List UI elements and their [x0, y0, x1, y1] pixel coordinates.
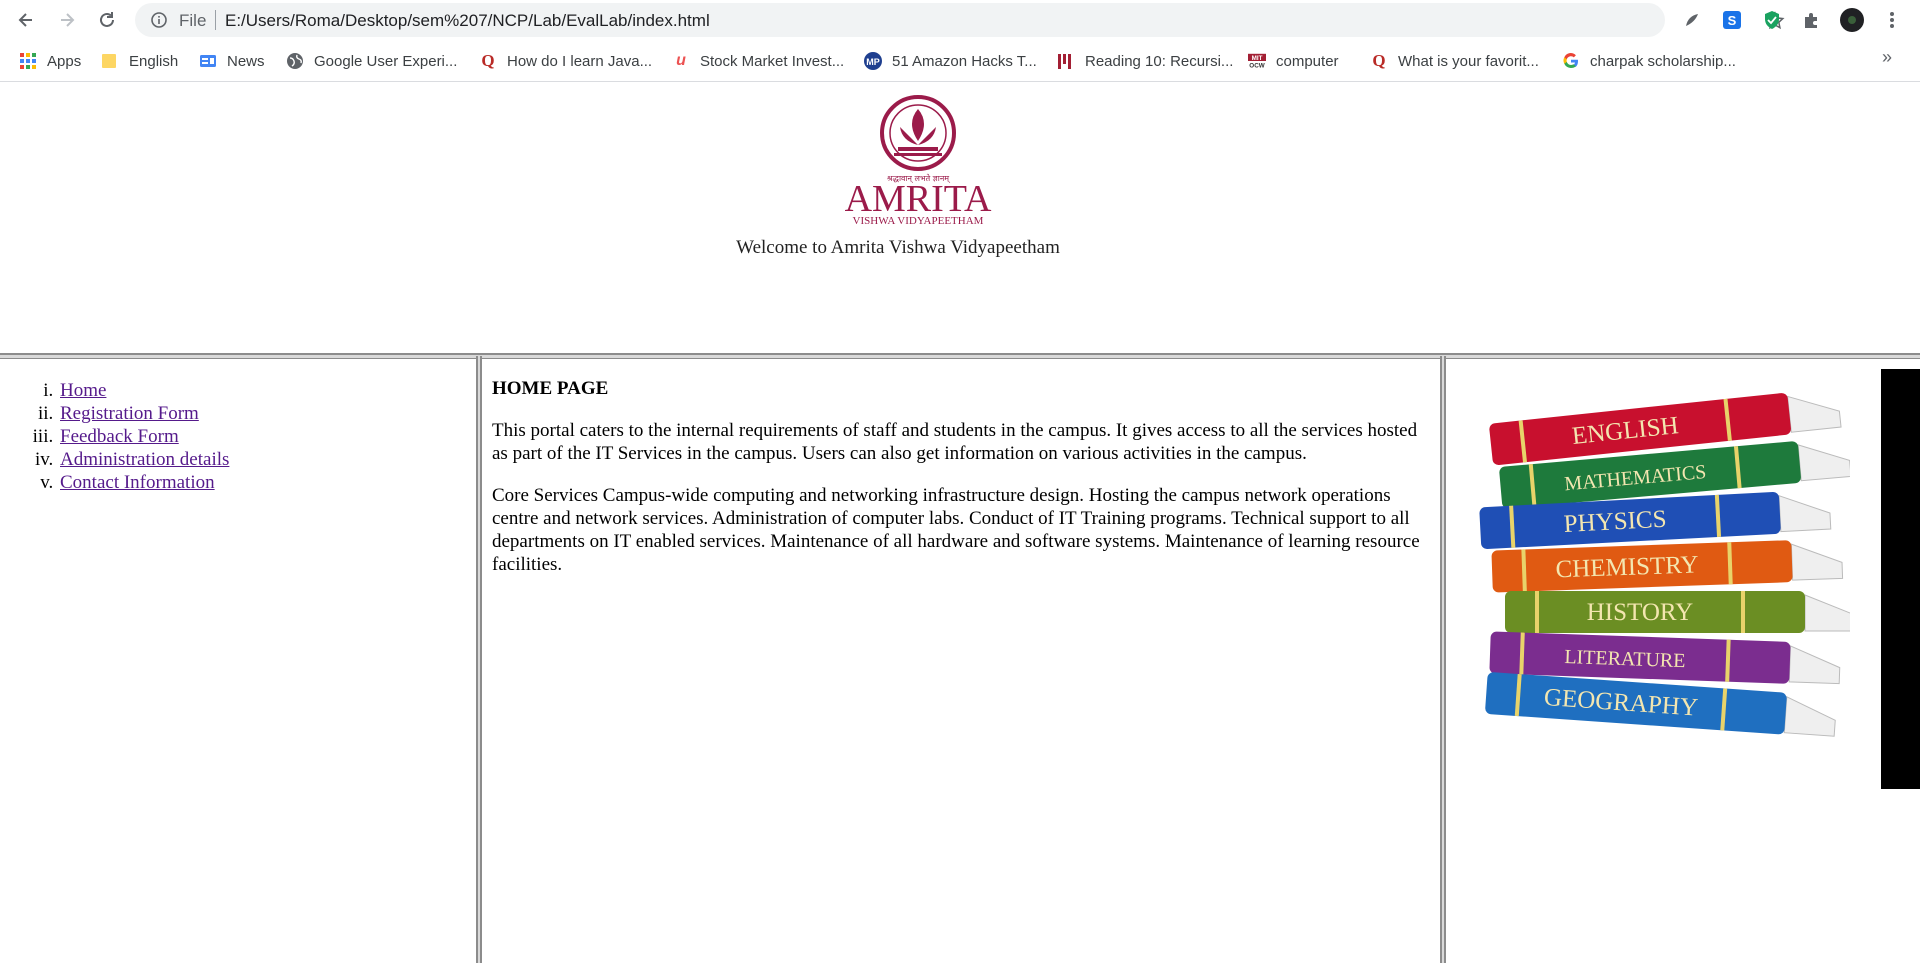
book-title: CHEMISTRY	[1555, 551, 1699, 583]
apps-grid-icon	[19, 52, 37, 70]
intro-paragraph: This portal caters to the internal requi…	[492, 420, 1418, 464]
nav-item-home: Home	[58, 379, 229, 402]
browser-menu-button[interactable]	[1880, 8, 1904, 32]
kebab-menu-icon	[1890, 12, 1894, 28]
svg-text:OCW: OCW	[1249, 62, 1264, 69]
bookmark-label: 51 Amazon Hacks T...	[892, 52, 1037, 70]
mit-reading-icon	[1057, 52, 1075, 70]
bookmark-stock-market[interactable]: u Stock Market Invest...	[672, 49, 844, 73]
svg-text:MP: MP	[866, 57, 880, 67]
folder-icon	[101, 52, 119, 70]
browser-toolbar: File E:/Users/Roma/Desktop/sem%207/NCP/L…	[0, 0, 1920, 40]
bookmark-english[interactable]: English	[101, 49, 178, 73]
contact-information-link[interactable]: Contact Information	[60, 472, 215, 493]
bookmark-computer[interactable]: MIT OCW computer	[1248, 49, 1339, 73]
book-title: HISTORY	[1587, 599, 1694, 626]
extension-s-icon[interactable]: S	[1720, 8, 1744, 32]
nav-item-registration: Registration Form	[58, 402, 229, 425]
bookmark-label: What is your favorit...	[1398, 52, 1539, 70]
extension-dark-icon[interactable]	[1680, 8, 1704, 32]
url-text[interactable]: E:/Users/Roma/Desktop/sem%207/NCP/Lab/Ev…	[225, 11, 710, 31]
quora-icon: Q	[481, 51, 495, 70]
shield-icon	[1765, 11, 1779, 29]
core-services-paragraph: Core Services Campus-wide computing and …	[492, 485, 1420, 575]
feedback-form-link[interactable]: Feedback Form	[60, 426, 179, 447]
extension-shield-icon[interactable]	[1760, 8, 1784, 32]
quora-icon: Q	[1372, 51, 1386, 70]
bookmarks-overflow-button[interactable]: »	[1882, 47, 1892, 68]
home-link[interactable]: Home	[60, 380, 106, 401]
bookmark-label: English	[129, 52, 179, 70]
info-icon[interactable]	[150, 11, 168, 29]
bookmark-label: How do I learn Java...	[507, 52, 653, 70]
bookmark-charpak[interactable]: charpak scholarship...	[1562, 49, 1736, 73]
svg-text:S: S	[1728, 13, 1737, 28]
back-button[interactable]	[12, 6, 40, 34]
bookmark-label: computer	[1276, 52, 1339, 70]
bookmark-label: charpak scholarship...	[1590, 52, 1736, 70]
bookmark-apps[interactable]: Apps	[19, 49, 81, 73]
forward-button[interactable]	[53, 6, 81, 34]
bookmark-learn-java[interactable]: Q How do I learn Java...	[479, 49, 652, 73]
nav-item-administration: Administration details	[58, 448, 229, 471]
logo-title: AMRITA	[845, 178, 992, 220]
bookmark-what-is-favorite[interactable]: Q What is your favorit...	[1370, 49, 1539, 73]
bookmark-label: Google User Experi...	[314, 52, 458, 70]
logo-subtitle: VISHWA VIDYAPEETHAM	[853, 215, 984, 227]
book-history: HISTORY	[1505, 591, 1850, 633]
bookmark-news[interactable]: News	[199, 49, 265, 73]
reload-button[interactable]	[93, 6, 121, 34]
puzzle-icon	[1805, 13, 1817, 28]
svg-text:MIT: MIT	[1252, 55, 1263, 62]
forward-arrow-icon	[61, 13, 75, 27]
nav-item-feedback: Feedback Form	[58, 425, 229, 448]
reload-icon	[100, 12, 114, 27]
bookmark-amazon-hacks[interactable]: MP 51 Amazon Hacks T...	[864, 49, 1037, 73]
address-bar[interactable]: File E:/Users/Roma/Desktop/sem%207/NCP/L…	[135, 3, 1785, 37]
extensions-puzzle-button[interactable]	[1800, 8, 1824, 32]
amrita-logo: श्रद्धावान् लभते ज्ञानम् AMRITA VISHWA V…	[830, 93, 1006, 229]
bookmark-label: Stock Market Invest...	[700, 52, 845, 70]
profile-avatar[interactable]	[1840, 8, 1864, 32]
book-title: LITERATURE	[1564, 646, 1686, 672]
image-frame: ENGLISH MATHEMATICS PHYSICS CHEMISTRY HISTOR…	[1446, 359, 1920, 963]
google-icon	[1562, 52, 1580, 70]
extension-feather-icon	[1686, 14, 1698, 26]
google-news-icon	[199, 52, 217, 70]
book-title: PHYSICS	[1563, 506, 1667, 538]
avatar-icon	[1840, 8, 1864, 32]
nav-item-contact: Contact Information	[58, 471, 229, 494]
mit-ocw-icon: MIT OCW	[1248, 52, 1266, 70]
bookmark-label: Reading 10: Recursi...	[1085, 52, 1234, 70]
bookmarks-bar: Apps English News Google User Experi... …	[0, 40, 1920, 82]
book-chemistry: CHEMISTRY	[1491, 540, 1844, 593]
scheme-label: File	[179, 11, 207, 30]
bookmark-reading-10[interactable]: Reading 10: Recursi...	[1057, 49, 1233, 73]
bookmark-label: Apps	[47, 52, 82, 70]
header-frame: श्रद्धावान् लभते ज्ञानम् AMRITA VISHWA V…	[0, 83, 1920, 353]
welcome-text: Welcome to Amrita Vishwa Vidyapeetham	[736, 237, 1060, 258]
registration-form-link[interactable]: Registration Form	[60, 403, 199, 424]
navigation-frame: Home Registration Form Feedback Form Adm…	[0, 359, 476, 963]
extension-s-badge-icon: S	[1723, 11, 1741, 29]
content-frame: HOME PAGE This portal caters to the inte…	[482, 359, 1440, 963]
bookmark-google-ux[interactable]: Google User Experi...	[286, 49, 457, 73]
mp-icon: MP	[864, 52, 882, 70]
administration-details-link[interactable]: Administration details	[60, 449, 229, 470]
partial-image-edge	[1881, 369, 1920, 789]
udemy-icon: u	[676, 52, 686, 69]
books-stack-image: ENGLISHMATHEMATICSPHYSICSCHEMISTRYHISTOR…	[1479, 393, 1850, 737]
globe-icon	[286, 52, 304, 70]
back-arrow-icon	[18, 13, 32, 27]
nav-menu: Home Registration Form Feedback Form Adm…	[58, 379, 229, 494]
page-title: HOME PAGE	[492, 378, 609, 399]
address-separator	[215, 10, 216, 30]
amrita-emblem-icon: श्रद्धावान् लभते ज्ञानम् AMRITA VISHWA V…	[845, 95, 992, 227]
bookmark-label: News	[227, 52, 265, 70]
